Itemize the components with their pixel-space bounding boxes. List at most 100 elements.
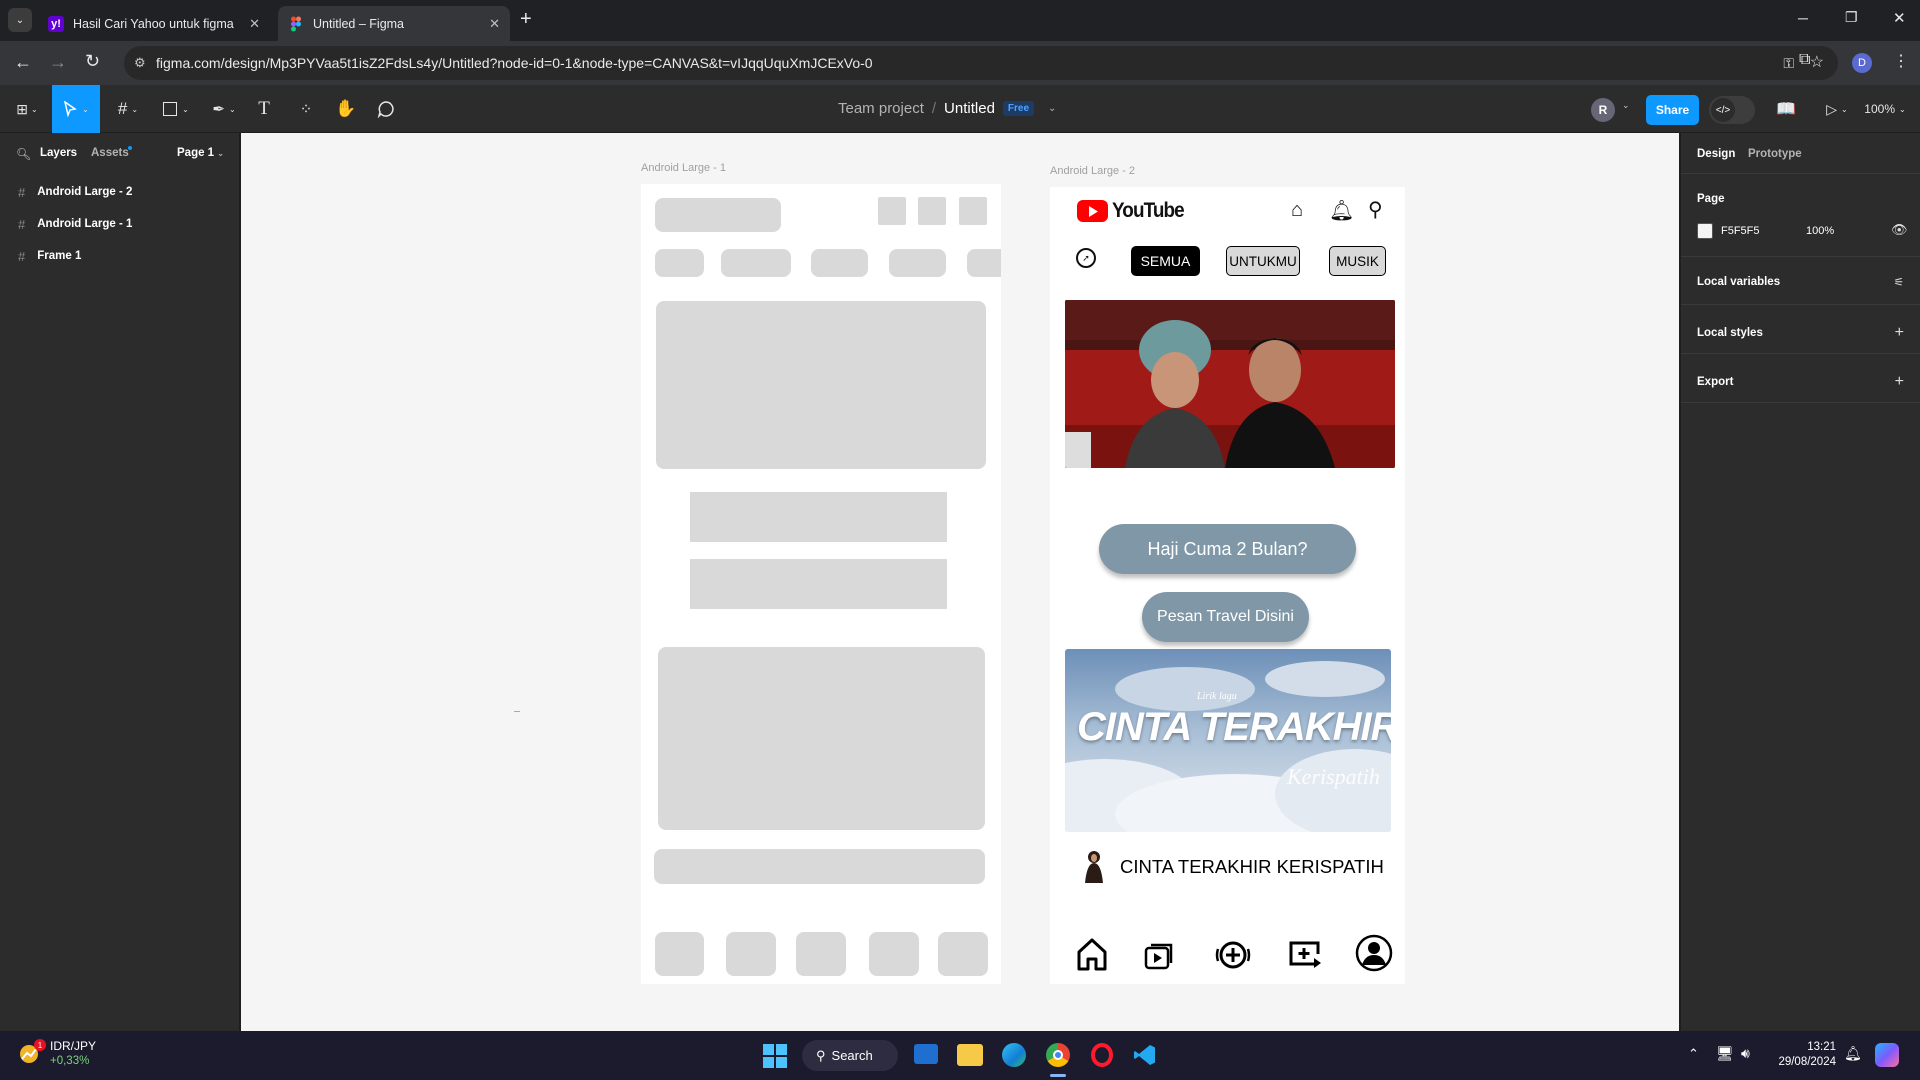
tray-chevron-icon[interactable]: ⌃ xyxy=(1688,1046,1699,1062)
extensions-icon[interactable]: ⧉ xyxy=(1799,51,1810,69)
nav-home-button[interactable] xyxy=(1076,937,1108,971)
main-menu-button[interactable]: ⊞ ⌄ xyxy=(10,93,44,125)
close-tab-icon[interactable]: ✕ xyxy=(489,16,500,32)
notification-bell-icon[interactable]: 🔔︎ xyxy=(1844,1045,1862,1062)
pen-tool-button[interactable]: ✒ ⌄ xyxy=(206,93,242,125)
copilot-icon[interactable] xyxy=(1875,1043,1899,1067)
forward-icon[interactable]: → xyxy=(49,52,67,73)
tab-assets[interactable]: Assets xyxy=(91,147,129,159)
add-style-icon[interactable]: + xyxy=(1895,324,1904,342)
share-button[interactable]: Share xyxy=(1646,95,1699,125)
chip-semua[interactable]: SEMUA xyxy=(1131,246,1200,276)
frame2-label[interactable]: Android Large - 2 xyxy=(1050,165,1135,177)
new-tab-icon[interactable]: + xyxy=(520,8,532,31)
search-icon[interactable]: ⚲ xyxy=(1368,197,1383,222)
chrome-icon[interactable] xyxy=(1046,1043,1070,1067)
tab-layers[interactable]: Layers xyxy=(40,147,77,159)
password-key-icon[interactable]: ⚿ xyxy=(1783,46,1794,80)
present-play-button[interactable]: ▷ ⌄ xyxy=(1820,93,1854,125)
video-thumbnail-hajj[interactable] xyxy=(1065,300,1395,468)
export-row[interactable]: Export + xyxy=(1697,373,1904,391)
tab-design[interactable]: Design xyxy=(1697,148,1735,160)
page-selector[interactable]: Page 1 ⌄ xyxy=(177,147,224,159)
tab-search-dropdown[interactable]: ⌄ xyxy=(8,8,32,32)
dev-mode-toggle[interactable]: </> xyxy=(1709,96,1755,124)
restore-icon[interactable]: ❐ xyxy=(1845,9,1858,26)
nav-subscriptions-button[interactable] xyxy=(1288,940,1324,970)
opera-icon[interactable] xyxy=(1091,1043,1113,1067)
android-large-2-frame[interactable]: YouTube ⌂ 🔔︎ ⚲ ➚ SEMUA UNTUKMU MUSIK Haj… xyxy=(1050,187,1405,984)
profile-avatar[interactable]: D xyxy=(1852,53,1872,73)
local-variables-row[interactable]: Local variables ⚟ xyxy=(1697,275,1904,289)
move-tool-button[interactable]: ⌄ xyxy=(52,85,100,133)
file-explorer-icon[interactable] xyxy=(957,1044,983,1066)
mail-app-icon[interactable] xyxy=(914,1044,938,1064)
frame-tool-button[interactable]: # ⌄ xyxy=(110,93,146,125)
layer-android-large-1[interactable]: # Android Large - 1 xyxy=(18,214,132,234)
cast-icon[interactable]: ⌂ xyxy=(1291,199,1303,222)
text-tool-button[interactable]: T xyxy=(250,93,278,125)
project-name[interactable]: Team project xyxy=(838,100,924,117)
stock-widget[interactable]: 1 IDR/JPY +0,33% xyxy=(18,1039,96,1069)
zoom-menu[interactable]: 100% ⌄ xyxy=(1860,93,1910,125)
collaborator-avatar[interactable]: R xyxy=(1591,98,1615,122)
channel-avatar[interactable] xyxy=(1083,849,1105,883)
volume-icon[interactable]: 🔊︎ xyxy=(1741,1045,1750,1062)
nav-add-button[interactable] xyxy=(1215,939,1251,971)
taskbar-search[interactable]: ⚲ Search xyxy=(802,1040,898,1071)
edge-browser-icon[interactable] xyxy=(1002,1043,1026,1067)
address-bar[interactable]: ⚙ figma.com/design/Mp3PYVaa5t1isZ2FdsLs4… xyxy=(124,46,1838,80)
file-name[interactable]: Untitled xyxy=(944,100,995,117)
variables-sliders-icon[interactable]: ⚟ xyxy=(1894,275,1904,289)
network-icon[interactable]: 🖥︎ xyxy=(1716,1045,1734,1062)
video-thumbnail-cinta-terakhir[interactable]: Lirik lagu CINTA TERAKHIR Kerispatih xyxy=(1065,649,1391,832)
page-color-value[interactable]: F5F5F5 xyxy=(1721,225,1760,237)
reload-icon[interactable]: ↻ xyxy=(85,51,100,72)
nav-profile-button[interactable] xyxy=(1355,934,1393,972)
resources-tool-button[interactable]: ⁘ xyxy=(292,93,320,125)
android-large-1-frame[interactable] xyxy=(641,184,1001,984)
bell-icon[interactable]: 🔔︎ xyxy=(1329,198,1354,223)
comment-tool-button[interactable] xyxy=(372,93,400,125)
pesan-travel-button[interactable]: Pesan Travel Disini xyxy=(1142,592,1309,642)
browser-tab-figma[interactable]: Untitled – Figma ✕ xyxy=(278,6,510,41)
back-icon[interactable]: ← xyxy=(14,52,32,73)
browser-tab-yahoo[interactable]: y! Hasil Cari Yahoo untuk figma ✕ xyxy=(38,6,270,41)
close-tab-icon[interactable]: ✕ xyxy=(249,16,260,32)
window-close-icon[interactable]: ✕ xyxy=(1893,9,1906,27)
frame1-label[interactable]: Android Large - 1 xyxy=(641,162,726,174)
explore-compass-icon[interactable]: ➚ xyxy=(1076,248,1096,268)
page-color-swatch[interactable] xyxy=(1697,223,1713,239)
search-icon[interactable]: 🔍︎ xyxy=(16,147,31,161)
add-export-icon[interactable]: + xyxy=(1895,373,1904,391)
video-title[interactable]: CINTA TERAKHIR KERISPATIH xyxy=(1120,856,1384,878)
tab-title: Untitled – Figma xyxy=(313,16,405,31)
active-app-indicator xyxy=(1050,1074,1066,1077)
vscode-icon[interactable] xyxy=(1133,1043,1157,1067)
hand-tool-button[interactable]: ✋ xyxy=(332,93,360,125)
figma-canvas[interactable]: Android Large - 1 Android Large - 2 YouT… xyxy=(241,133,1901,1031)
tiny-frame-1[interactable] xyxy=(514,711,520,719)
chip-musik[interactable]: MUSIK xyxy=(1329,246,1386,276)
minimize-icon[interactable]: ─ xyxy=(1798,10,1808,26)
tab-prototype[interactable]: Prototype xyxy=(1748,148,1802,160)
library-book-icon[interactable]: 📖 xyxy=(1774,93,1798,125)
youtube-play-icon xyxy=(1077,200,1108,222)
nav-shorts-button[interactable] xyxy=(1144,941,1176,971)
haji-cuma-button[interactable]: Haji Cuma 2 Bulan? xyxy=(1099,524,1356,574)
local-styles-row[interactable]: Local styles + xyxy=(1697,324,1904,342)
clock-date: 29/08/2024 xyxy=(1778,1056,1836,1068)
clock[interactable]: 13:21 29/08/2024 xyxy=(1772,1040,1836,1070)
chip-untukmu[interactable]: UNTUKMU xyxy=(1226,246,1300,276)
windows-start-icon[interactable] xyxy=(763,1044,787,1068)
avatar-chevron-icon[interactable]: ⌄ xyxy=(1622,100,1630,111)
layer-frame-1[interactable]: # Frame 1 xyxy=(18,246,81,266)
page-opacity-value[interactable]: 100% xyxy=(1806,225,1834,237)
site-info-icon[interactable]: ⚙ xyxy=(134,46,146,80)
file-menu-chevron-icon[interactable]: ⌄ xyxy=(1048,103,1056,114)
visibility-eye-icon[interactable]: 👁︎ xyxy=(1891,222,1908,238)
browser-menu-icon[interactable]: ⋮ xyxy=(1893,51,1909,71)
shape-tool-button[interactable]: ⌄ xyxy=(158,93,194,125)
layer-android-large-2[interactable]: # Android Large - 2 xyxy=(18,182,132,202)
bookmark-star-icon[interactable]: ☆ xyxy=(1810,46,1824,80)
